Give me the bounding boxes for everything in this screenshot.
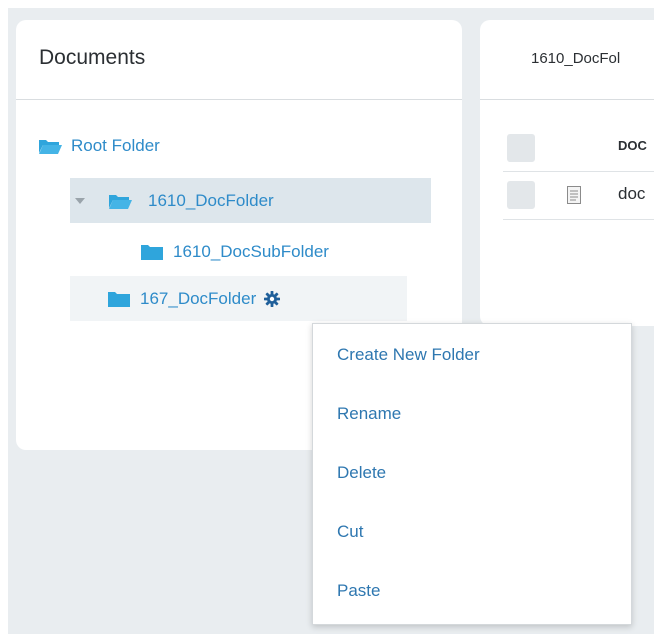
document-list-panel: 1610_DocFol — [480, 20, 654, 326]
select-all-checkbox[interactable] — [507, 134, 535, 162]
panel-divider — [480, 99, 654, 100]
tree-item-label: 1610_DocFolder — [148, 190, 274, 210]
tree-item-label: 1610_DocSubFolder — [173, 242, 329, 261]
tree-item-1610-docfolder[interactable]: 1610_DocFolder — [70, 178, 431, 223]
folder-open-icon — [39, 140, 62, 154]
folder-open-icon — [109, 194, 132, 209]
document-name[interactable]: doc — [618, 184, 645, 204]
folder-icon — [108, 291, 130, 307]
tree-item-label: Root Folder — [71, 136, 160, 155]
folder-title: 1610_DocFol — [531, 50, 621, 67]
menu-item-cut[interactable]: Cut — [337, 522, 363, 542]
tree-item-label: 167_DocFolder — [140, 288, 257, 308]
menu-item-rename[interactable]: Rename — [337, 404, 401, 424]
row-checkbox[interactable] — [507, 181, 535, 209]
folder-icon — [141, 245, 163, 260]
document-icon — [567, 186, 581, 204]
panel-divider — [16, 99, 462, 100]
caret-down-icon[interactable] — [75, 197, 85, 204]
tree-item-167-docfolder[interactable]: 167_DocFolder — [70, 276, 407, 321]
menu-item-delete[interactable]: Delete — [337, 463, 386, 483]
panel-title: Documents — [39, 46, 146, 69]
row-divider — [503, 171, 654, 172]
menu-item-paste[interactable]: Paste — [337, 581, 380, 601]
menu-item-create-new-folder[interactable]: Create New Folder — [337, 345, 480, 365]
folder-context-menu: Create New Folder Rename Delete Cut Past… — [312, 323, 632, 625]
row-divider — [503, 219, 654, 220]
tree-item-root-folder[interactable]: Root Folder — [38, 136, 160, 156]
column-header: DOC — [618, 138, 647, 153]
tree-item-1610-docsubfolder[interactable]: 1610_DocSubFolder — [140, 242, 329, 262]
gear-icon[interactable] — [264, 290, 281, 307]
